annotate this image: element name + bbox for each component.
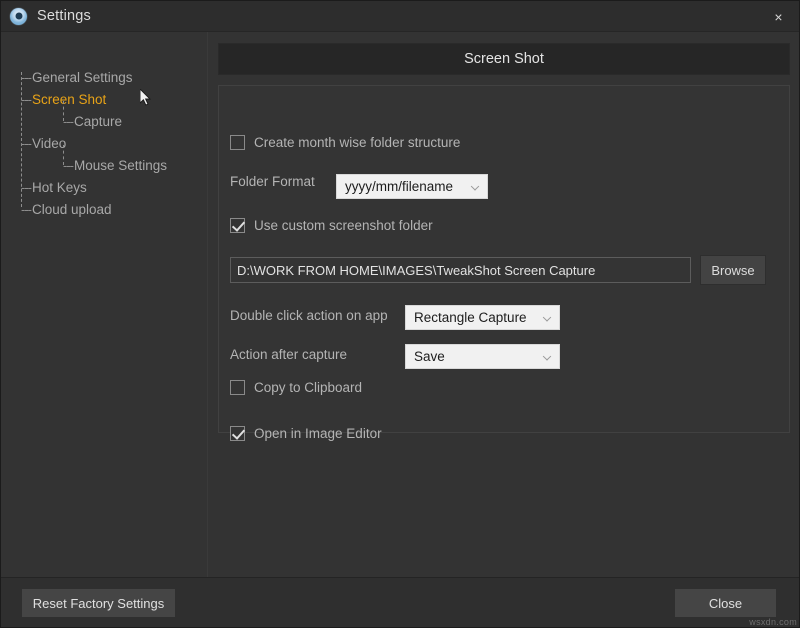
sidebar-item-label: General Settings <box>32 70 133 85</box>
watermark: wsxdn.com <box>749 617 797 627</box>
sidebar-item-label: Mouse Settings <box>74 158 167 173</box>
page-title-text: Screen Shot <box>464 51 544 67</box>
screenshot-folder-input[interactable]: D:\WORK FROM HOME\IMAGES\TweakShot Scree… <box>230 257 691 283</box>
open-in-image-editor-checkbox[interactable] <box>230 426 245 441</box>
browse-button[interactable]: Browse <box>700 255 766 285</box>
sidebar-item-cloud-upload[interactable]: --- Cloud upload <box>21 198 207 220</box>
sidebar-item-label: Video <box>32 136 66 151</box>
use-custom-folder-row[interactable]: Use custom screenshot folder <box>230 218 433 233</box>
copy-to-clipboard-label: Copy to Clipboard <box>254 380 362 395</box>
action-after-capture-label: Action after capture <box>230 347 347 362</box>
close-button[interactable]: Close <box>674 588 777 618</box>
title-bar: Settings × <box>1 1 800 32</box>
close-button-label: Close <box>709 596 742 611</box>
create-month-folder-checkbox[interactable] <box>230 135 245 150</box>
use-custom-folder-label: Use custom screenshot folder <box>254 218 433 233</box>
tree-branch-dash: --- <box>63 159 73 172</box>
open-in-image-editor-row[interactable]: Open in Image Editor <box>230 426 382 441</box>
tree-branch-dash: --- <box>21 93 31 106</box>
chevron-down-icon <box>471 182 479 190</box>
settings-tree: --- General Settings --- Screen Shot ---… <box>1 66 207 220</box>
tree-branch-dash: --- <box>21 203 31 216</box>
sidebar-item-screen-shot[interactable]: --- Screen Shot <box>21 88 207 110</box>
use-custom-folder-checkbox[interactable] <box>230 218 245 233</box>
copy-to-clipboard-checkbox[interactable] <box>230 380 245 395</box>
folder-format-value: yyyy/mm/filename <box>345 179 453 194</box>
double-click-action-select[interactable]: Rectangle Capture <box>405 305 560 330</box>
double-click-action-label: Double click action on app <box>230 308 388 323</box>
action-after-capture-value: Save <box>414 349 445 364</box>
action-after-capture-row: Action after capture <box>230 347 347 362</box>
sidebar-item-label: Capture <box>74 114 122 129</box>
browse-button-label: Browse <box>711 263 754 278</box>
double-click-action-value: Rectangle Capture <box>414 310 527 325</box>
tree-branch-dash: --- <box>21 137 31 150</box>
folder-format-label: Folder Format <box>230 174 315 189</box>
folder-format-row: Folder Format <box>230 174 315 189</box>
close-icon[interactable]: × <box>756 1 800 32</box>
tree-branch-dash: --- <box>63 115 73 128</box>
sidebar-item-hot-keys[interactable]: --- Hot Keys <box>21 176 207 198</box>
close-glyph: × <box>774 9 782 25</box>
reset-factory-settings-button[interactable]: Reset Factory Settings <box>21 588 176 618</box>
copy-to-clipboard-row[interactable]: Copy to Clipboard <box>230 380 362 395</box>
page-title: Screen Shot <box>218 43 790 75</box>
screenshot-settings-group: Create month wise folder structure Folde… <box>218 85 790 433</box>
open-in-image-editor-label: Open in Image Editor <box>254 426 382 441</box>
sidebar-item-capture[interactable]: --- Capture <box>21 110 207 132</box>
tree-branch-dash: --- <box>21 71 31 84</box>
sidebar-item-general-settings[interactable]: --- General Settings <box>21 66 207 88</box>
window-body: --- General Settings --- Screen Shot ---… <box>1 32 800 577</box>
action-after-capture-select[interactable]: Save <box>405 344 560 369</box>
chevron-down-icon <box>543 352 551 360</box>
sidebar-item-mouse-settings[interactable]: --- Mouse Settings <box>21 154 207 176</box>
settings-window: Settings × --- General Settings --- Scre… <box>0 0 800 628</box>
sidebar-item-video[interactable]: --- Video <box>21 132 207 154</box>
footer-bar: Reset Factory Settings Close wsxdn.com <box>1 577 800 628</box>
create-month-folder-label: Create month wise folder structure <box>254 135 460 150</box>
tree-branch-dash: --- <box>21 181 31 194</box>
main-panel: Screen Shot Create month wise folder str… <box>208 32 800 577</box>
folder-format-select[interactable]: yyyy/mm/filename <box>336 174 488 199</box>
double-click-action-row: Double click action on app <box>230 308 388 323</box>
circle-target-icon <box>10 8 27 25</box>
chevron-down-icon <box>543 313 551 321</box>
sidebar: --- General Settings --- Screen Shot ---… <box>1 32 208 577</box>
sidebar-item-label: Hot Keys <box>32 180 87 195</box>
create-month-folder-row[interactable]: Create month wise folder structure <box>230 135 460 150</box>
sidebar-item-label: Cloud upload <box>32 202 112 217</box>
window-title: Settings <box>37 8 91 24</box>
sidebar-item-label: Screen Shot <box>32 92 106 107</box>
reset-factory-settings-label: Reset Factory Settings <box>33 596 165 611</box>
